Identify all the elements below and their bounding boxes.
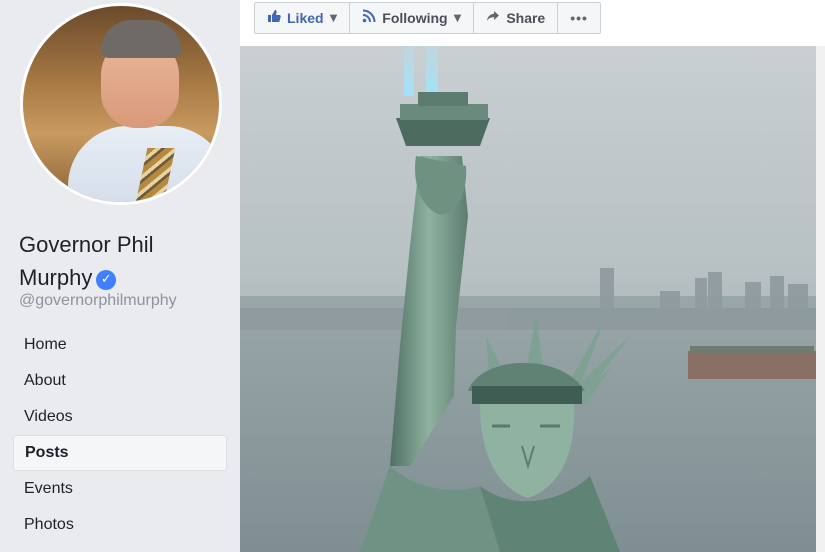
- nav-item-home[interactable]: Home: [13, 327, 227, 363]
- rss-icon: [362, 9, 376, 27]
- nav-item-events[interactable]: Events: [13, 471, 227, 507]
- liked-label: Liked: [287, 10, 324, 26]
- page-name-text[interactable]: Governor Phil Murphy: [19, 232, 154, 290]
- more-icon: •••: [570, 10, 588, 26]
- page-action-bar: Liked ▼ Following ▼ Share •••: [254, 2, 601, 34]
- nav-item-videos[interactable]: Videos: [13, 399, 227, 435]
- following-button[interactable]: Following ▼: [350, 3, 475, 33]
- profile-picture[interactable]: [20, 3, 222, 205]
- share-label: Share: [506, 10, 546, 26]
- cover-photo-illustration: [240, 46, 816, 552]
- page-handle[interactable]: @governorphilmurphy: [19, 292, 177, 310]
- more-options-button[interactable]: •••: [558, 3, 600, 33]
- share-arrow-icon: [486, 9, 500, 27]
- chevron-down-icon: ▼: [329, 12, 338, 24]
- cover-photo[interactable]: [240, 46, 816, 552]
- nav-item-posts[interactable]: Posts: [13, 435, 227, 471]
- chevron-down-icon: ▼: [453, 12, 462, 24]
- page-nav: Home About Videos Posts Events Photos: [13, 327, 227, 543]
- avatar-hair: [101, 20, 181, 58]
- verified-badge-icon: ✓: [96, 270, 117, 290]
- main-content: Liked ▼ Following ▼ Share •••: [240, 0, 825, 552]
- liked-button[interactable]: Liked ▼: [255, 3, 351, 33]
- share-button[interactable]: Share: [474, 3, 559, 33]
- page-title[interactable]: Governor Phil Murphy ✓: [19, 228, 219, 294]
- page-sidebar: Governor Phil Murphy ✓ @governorphilmurph…: [0, 0, 240, 552]
- thumbs-up-icon: [267, 9, 281, 27]
- scrollbar[interactable]: [816, 46, 825, 552]
- nav-item-about[interactable]: About: [13, 363, 227, 399]
- following-label: Following: [382, 10, 448, 26]
- nav-item-photos[interactable]: Photos: [13, 507, 227, 543]
